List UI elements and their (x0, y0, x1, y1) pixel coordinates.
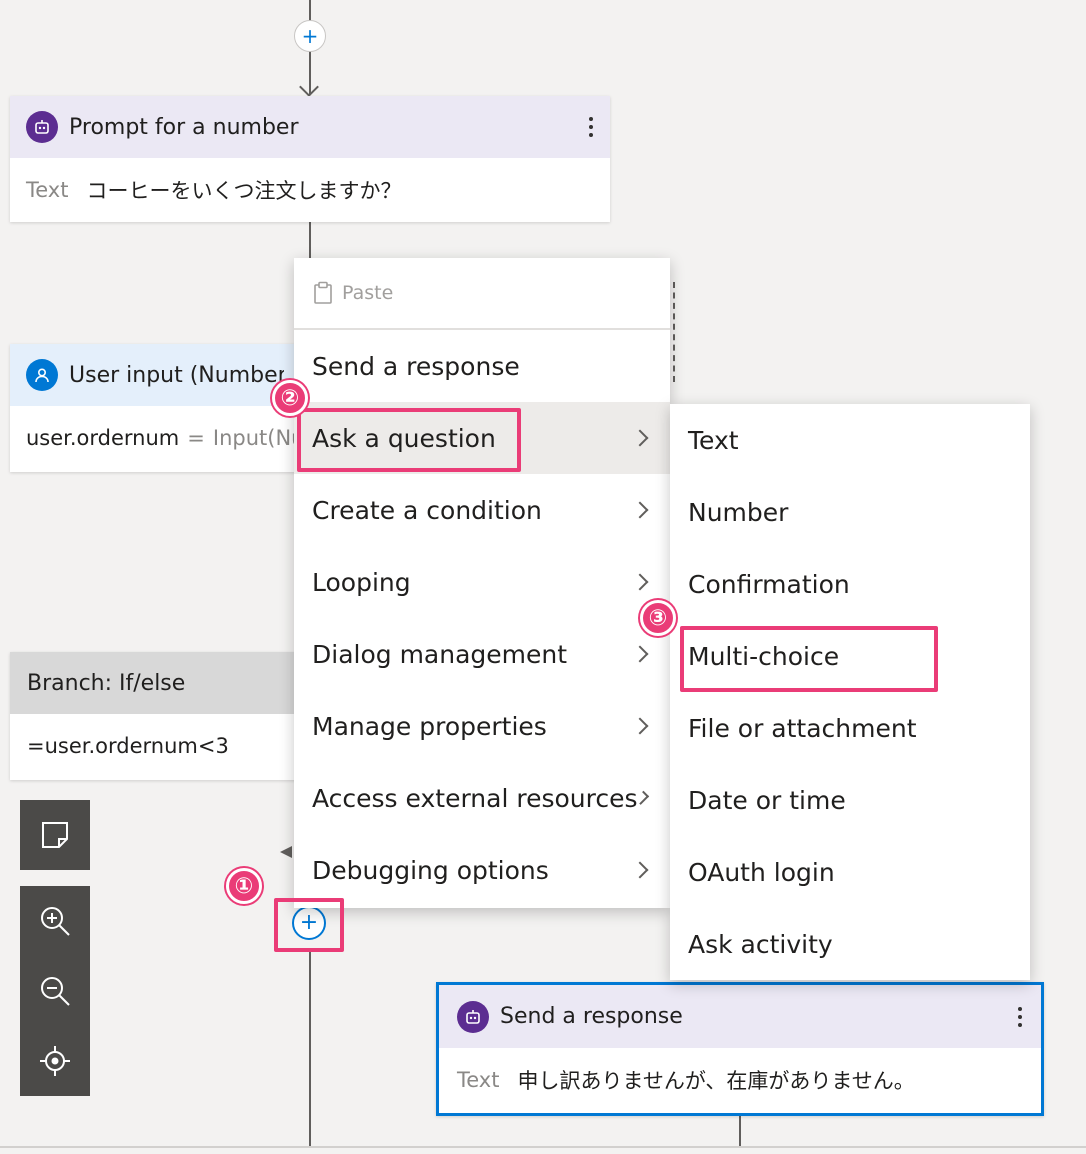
submenu-item-oauth-login[interactable]: OAuth login (670, 836, 1030, 908)
submenu-item-label: Date or time (688, 785, 846, 815)
send-response-card[interactable]: Send a response Text 申し訳ありませんが、在庫がありません。 (436, 982, 1044, 1116)
bot-icon (457, 1000, 489, 1033)
menu-item-create-condition[interactable]: Create a condition (294, 474, 670, 546)
highlight-box-ask-question (297, 408, 521, 472)
canvas-bottom-divider (0, 1146, 1086, 1148)
menu-item-label: Create a condition (312, 495, 542, 525)
zoom-in-icon (41, 907, 70, 936)
input-expression: Input(Nu (212, 426, 300, 450)
zoom-in-button[interactable] (20, 886, 90, 956)
submenu-item-label: OAuth login (688, 857, 835, 887)
submenu-item-label: File or attachment (688, 713, 917, 743)
chevron-right-icon (631, 429, 649, 447)
menu-item-send-response[interactable]: Send a response (294, 330, 670, 402)
step-badge-3: ③ (640, 600, 676, 636)
response-text: 申し訳ありませんが、在庫がありません。 (517, 1069, 915, 1093)
card-title: Send a response (500, 1004, 683, 1029)
submenu-item-label: Number (688, 497, 789, 527)
connector-line-bottom (309, 948, 311, 1148)
submenu-item-number[interactable]: Number (670, 476, 1030, 548)
chevron-right-icon (631, 501, 649, 519)
connector-line-right (739, 1112, 741, 1148)
card-title: Branch: If/else (27, 670, 186, 696)
chevron-right-icon (631, 861, 649, 879)
submenu-item-text[interactable]: Text (670, 404, 1030, 476)
ask-question-submenu: Text Number Confirmation Multi-choice Fi… (670, 404, 1030, 980)
highlight-box-multi-choice (680, 626, 938, 692)
step-badge-2: ② (272, 380, 308, 416)
field-label: Text (26, 178, 69, 202)
zoom-out-icon (41, 977, 70, 1006)
card-title: User input (Number) (69, 362, 284, 388)
submenu-item-file-attachment[interactable]: File or attachment (670, 692, 1030, 764)
card-header: Branch: If/else (10, 652, 300, 714)
submenu-item-confirmation[interactable]: Confirmation (670, 548, 1030, 620)
menu-item-manage-properties[interactable]: Manage properties (294, 690, 670, 762)
card-body: Text コーヒーをいくつ注文しますか？ (10, 158, 610, 222)
recenter-button[interactable] (20, 1026, 90, 1096)
prompt-number-card[interactable]: Prompt for a number Text コーヒーをいくつ注文しますか？ (10, 96, 610, 222)
card-body: =user.ordernum<3 (10, 714, 300, 778)
menu-item-label: Manage properties (312, 711, 547, 741)
menu-item-label: Dialog management (312, 639, 568, 669)
paste-label: Paste (342, 282, 394, 304)
add-node-button-top[interactable]: + (294, 20, 326, 52)
connector-arrowhead (299, 77, 319, 97)
submenu-item-label: Confirmation (688, 569, 850, 599)
branch-condition: =user.ordernum<3 (27, 734, 229, 758)
zoom-out-button[interactable] (20, 956, 90, 1026)
property-name: user.ordernum (26, 426, 180, 450)
equals-sign: = (187, 426, 205, 450)
recenter-icon (40, 1046, 70, 1076)
submenu-item-date-time[interactable]: Date or time (670, 764, 1030, 836)
plus-icon: + (301, 24, 319, 48)
card-header: Send a response (439, 985, 1041, 1048)
canvas-toolbar (20, 886, 90, 1096)
menu-item-label: Send a response (312, 351, 520, 381)
dashed-connector (673, 282, 675, 382)
menu-item-dialog-management[interactable]: Dialog management (294, 618, 670, 690)
submenu-item-label: Ask activity (688, 929, 833, 959)
menu-item-label: Debugging options (312, 855, 549, 885)
step-badge-1: ① (226, 868, 262, 904)
submenu-item-label: Text (688, 425, 739, 455)
menu-item-label: Access external resources (312, 783, 638, 813)
connector-line-mid (309, 222, 311, 262)
chevron-right-icon (631, 645, 649, 663)
collapse-arrow-icon[interactable] (280, 846, 292, 858)
add-action-menu: Paste Send a response Ask a question Cre… (294, 258, 670, 908)
field-label: Text (457, 1068, 500, 1092)
more-options-icon[interactable] (588, 117, 594, 137)
paste-icon (314, 281, 332, 304)
add-comment-icon (42, 822, 68, 848)
menu-item-paste[interactable]: Paste (294, 258, 670, 330)
card-body: Text 申し訳ありませんが、在庫がありません。 (439, 1048, 1041, 1112)
submenu-item-ask-activity[interactable]: Ask activity (670, 908, 1030, 980)
menu-item-label: Looping (312, 567, 411, 597)
card-header: Prompt for a number (10, 96, 610, 158)
highlight-box-add-node (274, 898, 344, 952)
chevron-right-icon (631, 717, 649, 735)
bot-icon (26, 111, 58, 143)
user-input-card[interactable]: User input (Number) user.ordernum = Inpu… (10, 344, 300, 472)
user-icon (26, 359, 58, 391)
menu-item-debugging-options[interactable]: Debugging options (294, 834, 670, 906)
branch-card[interactable]: Branch: If/else =user.ordernum<3 (10, 652, 300, 780)
prompt-text: コーヒーをいくつ注文しますか？ (86, 179, 402, 203)
more-options-icon[interactable] (1017, 1006, 1023, 1027)
add-comment-button[interactable] (20, 800, 90, 870)
card-body: user.ordernum = Input(Nu (10, 406, 300, 470)
canvas-toolbar-top (20, 800, 90, 870)
card-title: Prompt for a number (69, 114, 299, 140)
card-header: User input (Number) (10, 344, 300, 406)
chevron-right-icon (631, 573, 649, 591)
menu-item-looping[interactable]: Looping (294, 546, 670, 618)
menu-item-access-external-resources[interactable]: Access external resources (294, 762, 670, 834)
